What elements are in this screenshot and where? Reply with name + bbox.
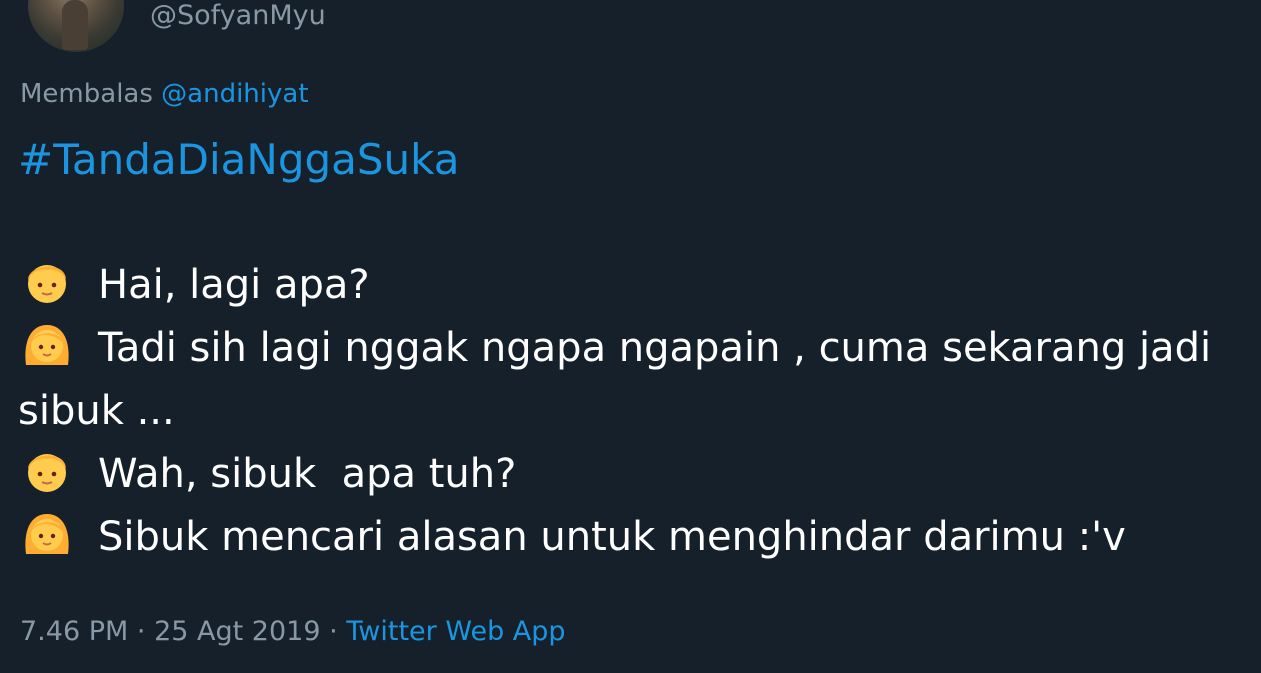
dialogue-text: Tadi sih lagi nggak ngapa ngapain , cuma… <box>18 325 1224 434</box>
boy-emoji-icon <box>28 454 66 492</box>
dialogue-text: Wah, sibuk apa tuh? <box>98 451 517 497</box>
user-handle[interactable]: @SofyanMyu <box>150 2 326 29</box>
dialogue-line: Hai, lagi apa? <box>18 254 1243 317</box>
reply-prefix: Membalas <box>20 79 153 109</box>
dialogue-text: Hai, lagi apa? <box>98 262 370 308</box>
tweet-metadata: 7.46 PM · 25 Agt 2019 · Twitter Web App <box>20 616 566 648</box>
reply-to-mention[interactable]: @andihiyat <box>161 79 308 109</box>
tweet-text: #TandaDiaNggaSuka Hai, lagi apa? Tadi si… <box>18 128 1243 569</box>
dialogue-text: Sibuk mencari alasan untuk menghindar da… <box>98 514 1126 560</box>
meta-separator: · <box>329 616 338 647</box>
tweet-source-link[interactable]: Twitter Web App <box>346 616 565 647</box>
avatar-figure-shape <box>62 0 88 50</box>
dialogue-line: Sibuk mencari alasan untuk menghindar da… <box>18 506 1243 569</box>
hashtag-link[interactable]: #TandaDiaNggaSuka <box>18 128 1243 191</box>
tweet-date[interactable]: 25 Agt 2019 <box>154 616 320 647</box>
meta-separator: · <box>136 616 146 647</box>
dialogue-line: Wah, sibuk apa tuh? <box>18 443 1243 506</box>
reply-context: Membalas @andihiyat <box>20 80 309 109</box>
boy-emoji-icon <box>28 265 66 303</box>
girl-emoji-icon <box>25 325 69 365</box>
girl-emoji-icon <box>25 514 69 554</box>
avatar[interactable] <box>28 0 124 52</box>
tweet-time[interactable]: 7.46 PM <box>20 616 128 647</box>
dialogue-line: Tadi sih lagi nggak ngapa ngapain , cuma… <box>18 317 1243 443</box>
